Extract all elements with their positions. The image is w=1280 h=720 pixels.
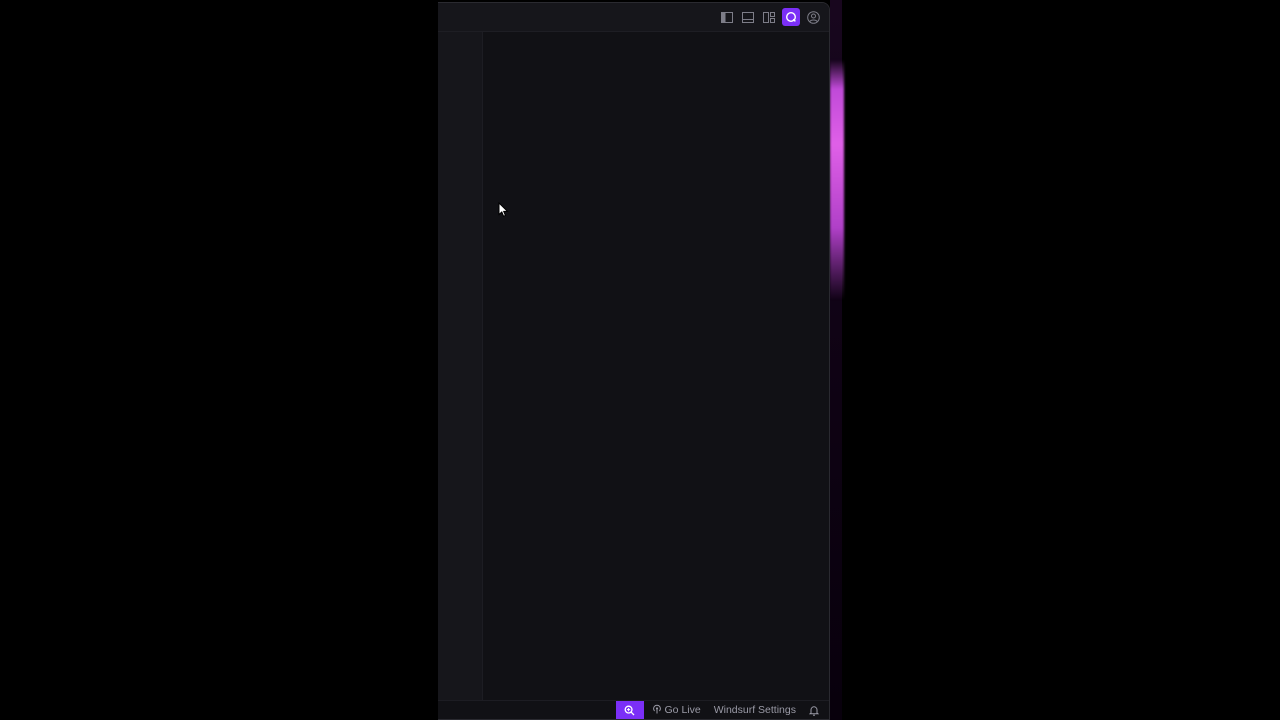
go-live-label: Go Live <box>664 704 701 716</box>
sidebar-toggle-icon[interactable] <box>719 9 735 25</box>
side-panel <box>438 32 483 703</box>
title-bar <box>438 3 829 32</box>
layout-controls <box>719 8 821 26</box>
status-bar: Go Live Windsurf Settings <box>438 700 829 719</box>
background-glow <box>830 60 844 300</box>
mouse-pointer-icon <box>498 201 510 218</box>
panel-toggle-icon[interactable] <box>740 9 756 25</box>
screen: Go Live Windsurf Settings <box>0 0 1280 720</box>
go-live-button[interactable]: Go Live <box>652 704 701 717</box>
bell-icon[interactable] <box>809 705 819 716</box>
layout-icon[interactable] <box>761 9 777 25</box>
windsurf-icon[interactable] <box>782 8 800 26</box>
editor-window: Go Live Windsurf Settings <box>438 2 830 720</box>
search-icon[interactable] <box>615 701 644 719</box>
windsurf-settings-button[interactable]: Windsurf Settings <box>714 704 796 716</box>
editor-area[interactable] <box>483 32 829 703</box>
account-icon[interactable] <box>805 9 821 25</box>
windsurf-settings-label: Windsurf Settings <box>713 704 796 716</box>
broadcast-icon <box>652 704 662 717</box>
